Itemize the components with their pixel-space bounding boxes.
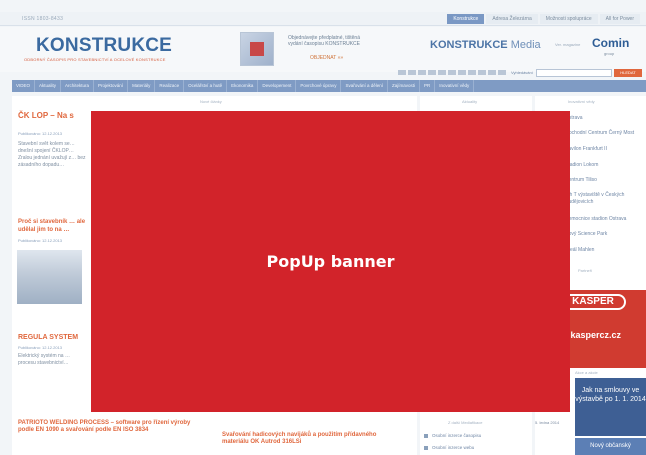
article-title[interactable]: Svařování hadicových navijáků a použitím… — [222, 432, 382, 446]
article-title[interactable]: PATRIOTO WELDING PROCESS – software pro … — [18, 420, 208, 434]
flag-icon[interactable] — [488, 70, 496, 75]
sidebar-item[interactable]: Nový Science Park — [565, 231, 607, 237]
partners-label: Partneři — [578, 268, 593, 273]
nav-item-architektura[interactable]: Architektura — [61, 80, 95, 92]
nav-item-svarovani[interactable]: Svařování a dělení — [341, 80, 388, 92]
article-thumbnail[interactable] — [17, 250, 82, 304]
promo-date: 5. ledna 2014 — [535, 420, 560, 425]
mid-link[interactable]: Osobní inzerce webu — [432, 445, 474, 450]
top-link-zelezarna[interactable]: Adresa Železárna — [486, 14, 538, 24]
mid-section-label: Aktuality — [462, 99, 478, 104]
nav-item-povrchove-upravy[interactable]: Povrchové úpravy — [296, 80, 342, 92]
kasper-url: .kaspercz.cz — [568, 330, 622, 340]
nav-item-materialy[interactable]: Materiály — [128, 80, 156, 92]
language-flags: Vyhledávání — [398, 70, 533, 75]
nav-item-zajimavosti[interactable]: Zajímavosti — [388, 80, 420, 92]
page: ISSN 1803-8433 Konstrukce Adresa Železár… — [0, 0, 646, 455]
sidebar-item[interactable]: Nemocnice stadion Ostrava — [565, 216, 626, 222]
nav-item-developement[interactable]: Developement — [258, 80, 297, 92]
nav-item-ekonomika[interactable]: Ekonomika — [227, 80, 259, 92]
flag-icon[interactable] — [408, 70, 416, 75]
magazine-cover-image[interactable] — [240, 32, 274, 66]
partner-label: Ver. magazine — [555, 42, 581, 47]
flag-icon[interactable] — [498, 70, 506, 75]
sidebar-item[interactable]: Trh T výstaviště v Českých Budějovicích — [565, 192, 643, 206]
sidebar-item[interactable]: Stadion Lokom — [565, 162, 598, 168]
article-date: Publikováno: 12.12.2013 — [18, 345, 63, 350]
article-date: Publikováno: 12.12.2013 — [18, 131, 63, 136]
flag-icon[interactable] — [448, 70, 456, 75]
flag-icon[interactable] — [478, 70, 486, 75]
mid-links-label: Z další Mediafikace — [448, 420, 483, 425]
nav-item-inovativni-vedy[interactable]: Inovativní vědy — [435, 80, 475, 92]
search-input[interactable] — [536, 69, 612, 77]
article-title[interactable]: ČK LOP – Na s — [18, 111, 74, 120]
site-logo[interactable]: KONSTRUKCE — [36, 35, 172, 57]
sidebar-item[interactable]: Pavilon Frankfurt II — [565, 146, 607, 152]
nav-item-ocelarstvi[interactable]: Ocelářství a hutě — [184, 80, 228, 92]
top-link-all-for-power[interactable]: All for Power — [599, 14, 640, 24]
second-promo-banner[interactable]: Nový občanský — [575, 438, 646, 455]
logo-tagline: ODBORNÝ ČASOPIS PRO STAVEBNICTVÍ A OCELO… — [24, 57, 166, 62]
nav-item-projektovani[interactable]: Projektování — [94, 80, 129, 92]
search-extra-link[interactable]: Vyhledávání — [511, 70, 533, 75]
sidebar-item[interactable]: Obchodní Centrum Černý Most — [565, 130, 634, 136]
subscription-promo-text: Objednávejte předplatné, tištěná vydání … — [288, 35, 360, 47]
article-date: Publikováno: 12.12.2013 — [18, 238, 63, 243]
nav-item-video[interactable]: VIDEO — [12, 80, 36, 92]
issn-text: ISSN 1803-8433 — [22, 16, 64, 22]
contract-promo-banner[interactable]: Jak na smlouvy ve výstavbě po 1. 1. 2014 — [575, 378, 646, 436]
popup-banner-label: PopUp banner — [266, 252, 395, 271]
flag-icon[interactable] — [398, 70, 406, 75]
comin-logo[interactable]: Comin — [592, 36, 629, 50]
site-header: KONSTRUKCE ODBORNÝ ČASOPIS PRO STAVEBNIC… — [0, 27, 646, 72]
popup-banner[interactable]: PopUp banner — [91, 111, 570, 412]
nav-item-aktuality[interactable]: Aktuality — [35, 80, 62, 92]
article-excerpt: Stavební svět kolem se… dnešní spojení Č… — [18, 141, 86, 168]
flag-icon[interactable] — [468, 70, 476, 75]
promo-section-label: Akce a akcie — [575, 370, 598, 375]
flag-icon[interactable] — [418, 70, 426, 75]
article-title[interactable]: Proč si stavebník … ale udělal jim to na… — [18, 218, 90, 234]
top-link-konstrukce[interactable]: Konstrukce — [447, 14, 485, 24]
main-nav: VIDEO Aktuality Architektura Projektován… — [12, 80, 646, 92]
article-title[interactable]: REGULA SYSTEM — [18, 334, 78, 341]
mid-link[interactable]: Osobní inzerce časopisu — [432, 433, 481, 438]
top-link-spoluprace[interactable]: Možnosti spolupráce — [539, 14, 598, 24]
flag-icon[interactable] — [428, 70, 436, 75]
flag-icon[interactable] — [438, 70, 446, 75]
nav-item-pr[interactable]: PR — [420, 80, 436, 92]
nav-item-realizace[interactable]: Realizace — [155, 80, 185, 92]
comin-group-label: group — [604, 51, 615, 56]
flag-icon[interactable] — [458, 70, 466, 75]
search-button[interactable]: HLEDAT — [614, 69, 642, 77]
main-section-label: Nové články — [200, 99, 222, 104]
top-links: Konstrukce Adresa Železárna Možnosti spo… — [447, 14, 640, 24]
subscription-order-link[interactable]: OBJEDNAT »» — [310, 55, 343, 61]
right-section-label: Inovativní vědy — [568, 99, 595, 104]
bullet-icon — [424, 446, 428, 450]
bullet-icon — [424, 434, 428, 438]
media-brand: KONSTRUKCE — [430, 39, 508, 51]
media-suffix: Media — [510, 39, 541, 51]
article-excerpt: Elektrický systém na … procesu stavebnic… — [18, 353, 70, 366]
konstrukce-media-logo[interactable]: KONSTRUKCE Media — [430, 39, 541, 51]
